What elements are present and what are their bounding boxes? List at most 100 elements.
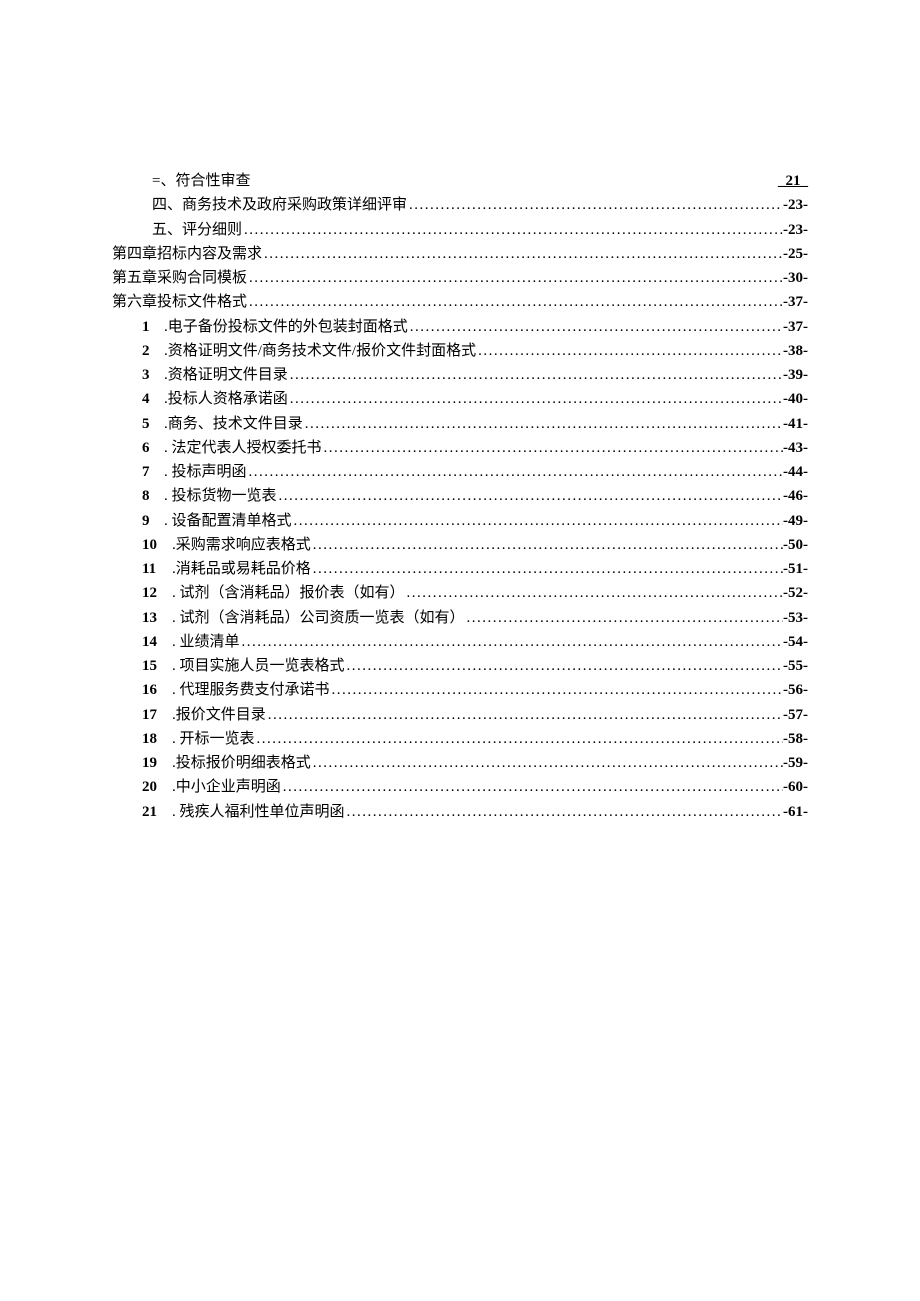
toc-label: 四、商务技术及政府采购政策详细评审 xyxy=(152,194,407,217)
toc-prefix: 9. 设备配置清单格式 xyxy=(142,510,292,533)
toc-num: 4 xyxy=(142,388,164,411)
toc-dots xyxy=(266,704,783,727)
toc-label: . 业绩清单 xyxy=(172,634,240,650)
toc-page: -30- xyxy=(783,267,808,290)
toc-prefix: 17.报价文件目录 xyxy=(142,704,266,727)
toc-label: .资格证明文件/商务技术文件/报价文件封面格式 xyxy=(164,343,476,359)
toc-label: .投标报价明细表格式 xyxy=(172,755,311,771)
toc-label: . 法定代表人授权委托书 xyxy=(164,440,322,456)
toc-num: 13 xyxy=(142,607,172,630)
toc-prefix: 12. 试剂（含消耗品）报价表（如有） xyxy=(142,582,405,605)
toc-dots xyxy=(322,437,783,460)
toc-page: -52- xyxy=(783,582,808,605)
toc-num: 11 xyxy=(142,558,172,581)
toc-item-19: 19.投标报价明细表格式 -59- xyxy=(112,752,808,775)
toc-label: .商务、技术文件目录 xyxy=(164,416,303,432)
toc-dots xyxy=(330,679,783,702)
toc-label: . 残疾人福利性单位声明函 xyxy=(172,804,345,820)
toc-num: 19 xyxy=(142,752,172,775)
toc-dots xyxy=(345,801,783,824)
toc-dots xyxy=(303,413,783,436)
toc-item-7: 7. 投标声明函 -44- xyxy=(112,461,808,484)
toc-dots xyxy=(408,316,783,339)
toc-dots xyxy=(242,219,783,242)
toc-page: -43- xyxy=(783,437,808,460)
toc-page: -53- xyxy=(783,607,808,630)
toc-page: -51- xyxy=(783,558,808,581)
toc-dots xyxy=(465,607,783,630)
toc-num: 12 xyxy=(142,582,172,605)
toc-dots xyxy=(345,655,783,678)
toc-prefix: 14. 业绩清单 xyxy=(142,631,240,654)
toc-prefix: 20.中小企业声明函 xyxy=(142,776,281,799)
toc-dots xyxy=(240,631,783,654)
toc-item-8: 8. 投标货物一览表 -46- xyxy=(112,485,808,508)
toc-page: -25- xyxy=(783,243,808,266)
toc-item-15: 15. 项目实施人员一览表格式 -55- xyxy=(112,655,808,678)
toc-page: -59- xyxy=(783,752,808,775)
toc-item-9: 9. 设备配置清单格式 -49- xyxy=(112,510,808,533)
toc-subitem-scoring-rules: 五、评分细则 -23- xyxy=(112,219,808,242)
toc-num: 8 xyxy=(142,485,164,508)
toc-page: -61- xyxy=(783,801,808,824)
toc-label: .投标人资格承诺函 xyxy=(164,391,288,407)
toc-page: -38- xyxy=(783,340,808,363)
toc-prefix: 1.电子备份投标文件的外包装封面格式 xyxy=(142,316,408,339)
toc-item-5: 5.商务、技术文件目录 -41- xyxy=(112,413,808,436)
toc-dots xyxy=(288,388,783,411)
toc-page: -56- xyxy=(783,679,808,702)
toc-num: 3 xyxy=(142,364,164,387)
toc-prefix: 7. 投标声明函 xyxy=(142,461,247,484)
toc-label: . 开标一览表 xyxy=(172,731,255,747)
toc-dots xyxy=(311,558,783,581)
toc-num: 16 xyxy=(142,679,172,702)
toc-label: . 试剂（含消耗品）报价表（如有） xyxy=(172,585,405,601)
toc-dots xyxy=(247,267,783,290)
toc-label: . 投标货物一览表 xyxy=(164,488,277,504)
toc-dots xyxy=(255,728,783,751)
toc-item-11: 11.消耗品或易耗品价格 -51- xyxy=(112,558,808,581)
toc-label: =、符合性审查 xyxy=(152,170,250,193)
toc-num: 20 xyxy=(142,776,172,799)
toc-item-20: 20.中小企业声明函 -60- xyxy=(112,776,808,799)
toc-num: 17 xyxy=(142,704,172,727)
toc-page: -37- xyxy=(783,291,808,314)
toc-item-10: 10.采购需求响应表格式 -50- xyxy=(112,534,808,557)
toc-prefix: 10.采购需求响应表格式 xyxy=(142,534,311,557)
toc-prefix: 11.消耗品或易耗品价格 xyxy=(142,558,311,581)
toc-dots xyxy=(311,752,783,775)
toc-label: . 设备配置清单格式 xyxy=(164,513,292,529)
toc-page: -40- xyxy=(783,388,808,411)
toc-page: -49- xyxy=(783,510,808,533)
toc-num: 7 xyxy=(142,461,164,484)
toc-page: -37- xyxy=(783,316,808,339)
toc-container: =、符合性审查 _21_ 四、商务技术及政府采购政策详细评审 -23- 五、评分… xyxy=(112,170,808,824)
toc-item-1: 1.电子备份投标文件的外包装封面格式 -37- xyxy=(112,316,808,339)
toc-label: . 代理服务费支付承诺书 xyxy=(172,682,330,698)
toc-item-18: 18. 开标一览表 -58- xyxy=(112,728,808,751)
toc-page: -54- xyxy=(783,631,808,654)
toc-prefix: 16. 代理服务费支付承诺书 xyxy=(142,679,330,702)
toc-item-4: 4.投标人资格承诺函 -40- xyxy=(112,388,808,411)
toc-label: .消耗品或易耗品价格 xyxy=(172,561,311,577)
toc-page: -60- xyxy=(783,776,808,799)
toc-prefix: 19.投标报价明细表格式 xyxy=(142,752,311,775)
toc-label: . 试剂（含消耗品）公司资质一览表（如有） xyxy=(172,610,465,626)
toc-page: -23- xyxy=(783,194,808,217)
toc-dots xyxy=(262,243,783,266)
toc-item-3: 3.资格证明文件目录 -39- xyxy=(112,364,808,387)
toc-page: _21_ xyxy=(778,170,808,193)
toc-num: 14 xyxy=(142,631,172,654)
toc-label: .报价文件目录 xyxy=(172,707,266,723)
toc-num: 6 xyxy=(142,437,164,460)
toc-prefix: 18. 开标一览表 xyxy=(142,728,255,751)
toc-item-13: 13. 试剂（含消耗品）公司资质一览表（如有） -53- xyxy=(112,607,808,630)
toc-page: -58- xyxy=(783,728,808,751)
toc-num: 5 xyxy=(142,413,164,436)
toc-item-6: 6. 法定代表人授权委托书 -43- xyxy=(112,437,808,460)
toc-item-21: 21. 残疾人福利性单位声明函 -61- xyxy=(112,801,808,824)
toc-page: -23- xyxy=(783,219,808,242)
toc-subitem-conformity-review: =、符合性审查 _21_ xyxy=(112,170,808,193)
toc-page: -55- xyxy=(783,655,808,678)
toc-prefix: 21. 残疾人福利性单位声明函 xyxy=(142,801,345,824)
